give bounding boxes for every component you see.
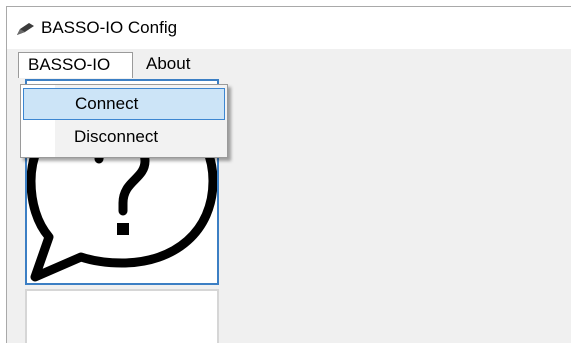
app-window: BASSO-IO Config BASSO-IO About Connect D… [6,6,571,343]
pen-icon [17,23,34,35]
title-bar[interactable]: BASSO-IO Config [7,7,571,49]
window-title: BASSO-IO Config [41,18,178,37]
connect-menu-item[interactable]: Connect [23,88,225,120]
menu-bar: BASSO-IO About [7,49,571,79]
menu-basso-io[interactable]: BASSO-IO [18,52,133,78]
disconnect-menu-item[interactable]: Disconnect [23,122,225,154]
device-tile-empty[interactable] [25,289,219,343]
menu-about[interactable]: About [137,52,199,78]
basso-io-dropdown-menu: Connect Disconnect [20,84,228,158]
